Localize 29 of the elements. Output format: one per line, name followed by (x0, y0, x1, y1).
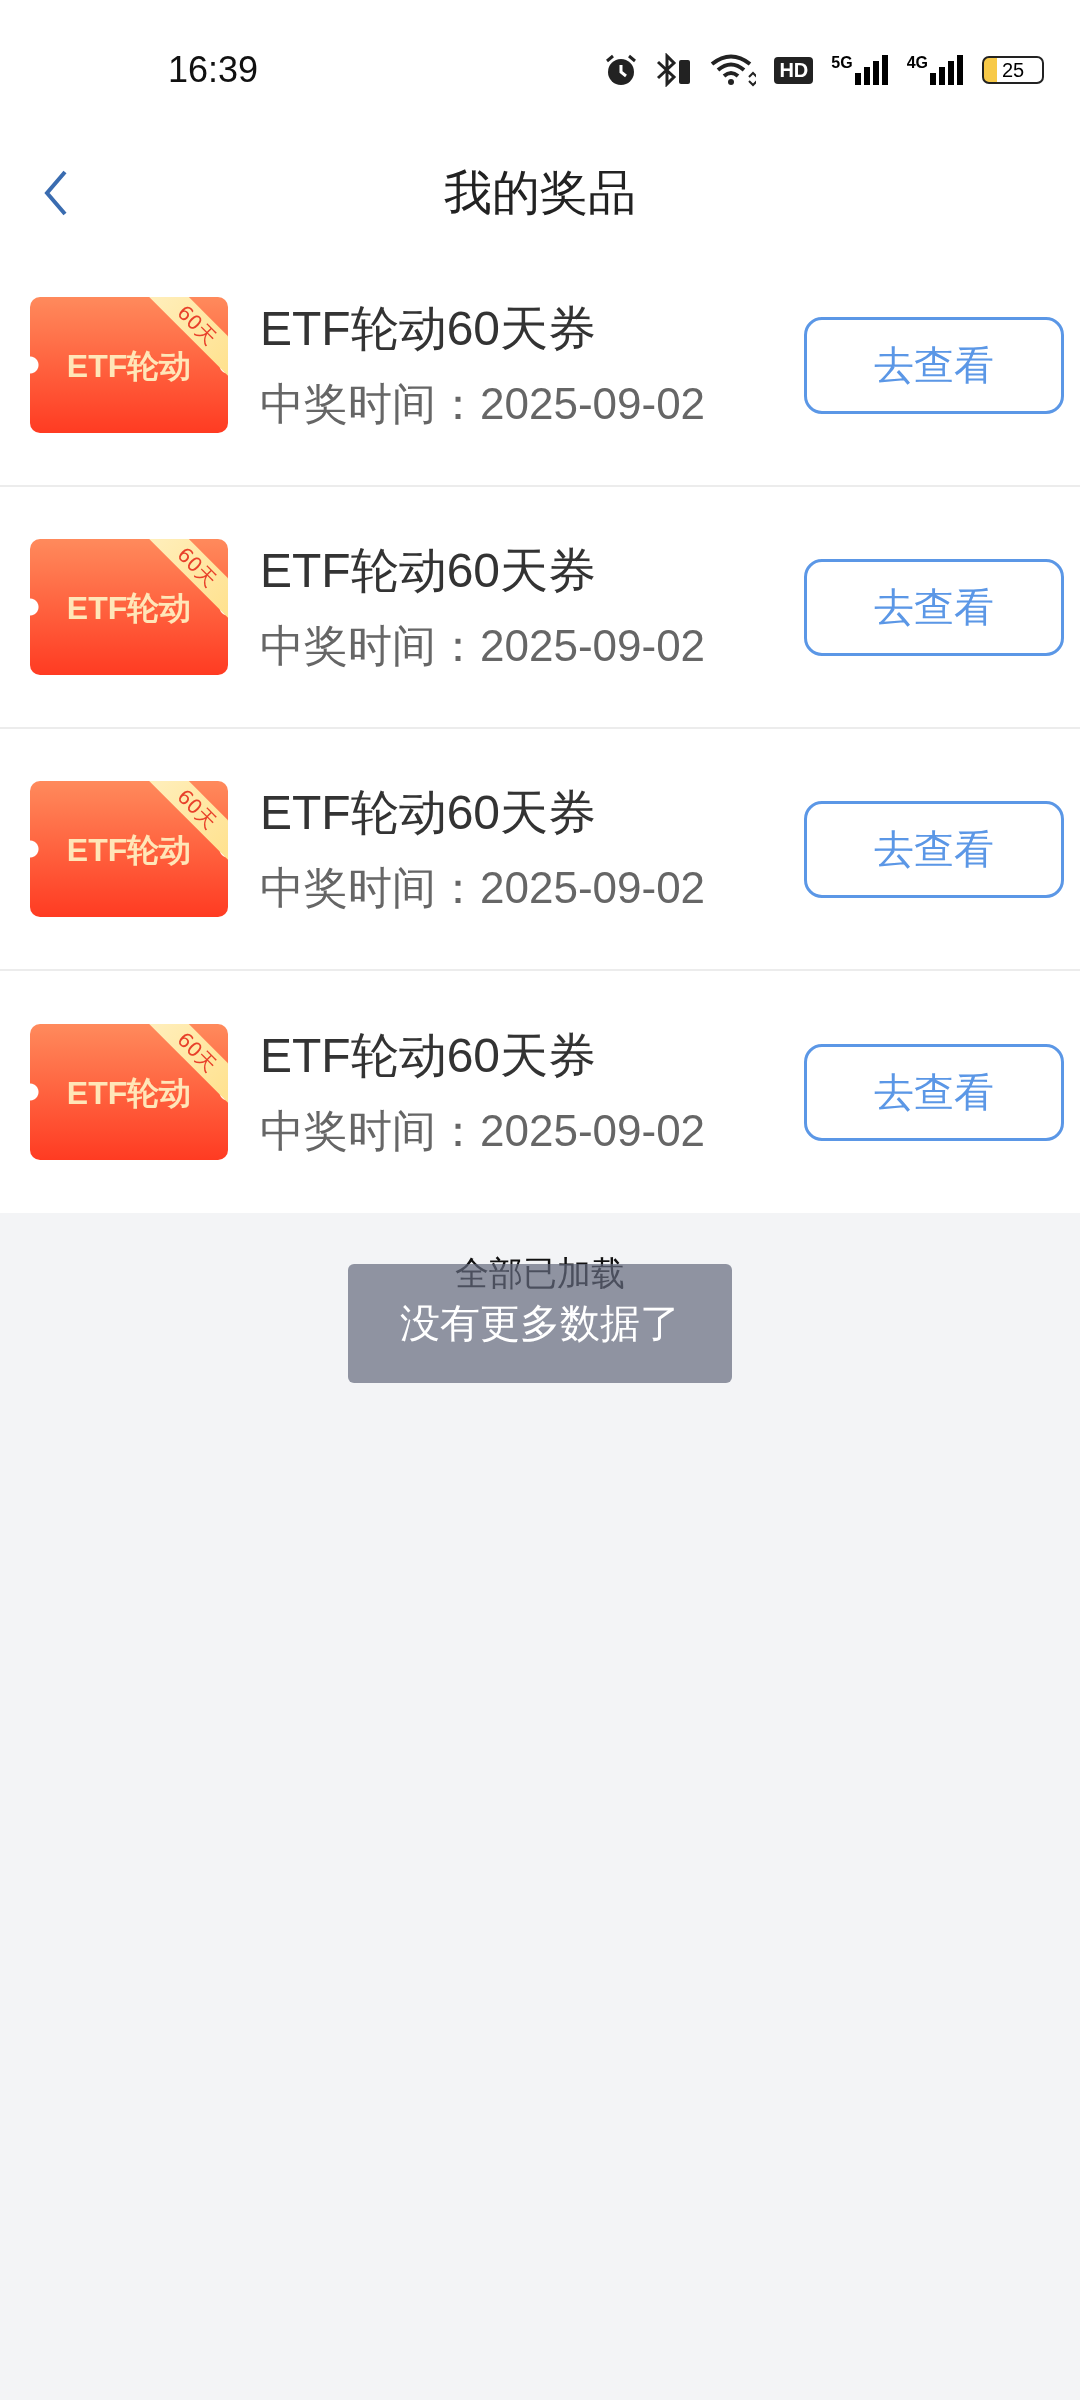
page-title: 我的奖品 (444, 162, 636, 222)
prize-date: 中奖时间：2025-09-02 (260, 1104, 707, 1157)
coupon-label: ETF轮动 (66, 831, 192, 870)
wifi-icon (710, 53, 757, 87)
signal-icon (930, 55, 964, 85)
signal-icon (854, 55, 889, 85)
view-button[interactable]: 去查看 (804, 558, 1064, 656)
prize-title: ETF轮动60天券 (260, 300, 598, 357)
coupon-label: ETF轮动 (66, 1074, 192, 1113)
view-button[interactable]: 去查看 (804, 800, 1064, 898)
battery-indicator: 25 (982, 56, 1044, 84)
view-button[interactable]: 去查看 (804, 1043, 1064, 1141)
prize-date: 中奖时间：2025-09-02 (260, 619, 707, 672)
prize-title: ETF轮动60天券 (260, 1027, 598, 1084)
prize-date: 中奖时间：2025-09-02 (260, 377, 707, 430)
prize-title: ETF轮动60天券 (260, 784, 598, 841)
footer-text: 全部已加载 (454, 1252, 626, 1295)
coupon-label: ETF轮动 (66, 589, 192, 628)
status-time: 16:39 (168, 49, 260, 91)
alarm-icon (604, 53, 639, 87)
coupon-label: ETF轮动 (66, 347, 192, 386)
prize-title: ETF轮动60天券 (260, 542, 598, 599)
back-icon[interactable] (44, 170, 68, 216)
view-button[interactable]: 去查看 (804, 316, 1064, 414)
network-label: 5G (831, 55, 853, 71)
bluetooth-icon (656, 53, 693, 87)
network-label: 4G (906, 55, 928, 71)
prize-date: 中奖时间：2025-09-02 (260, 861, 707, 914)
hd-indicator: HD (774, 56, 814, 84)
